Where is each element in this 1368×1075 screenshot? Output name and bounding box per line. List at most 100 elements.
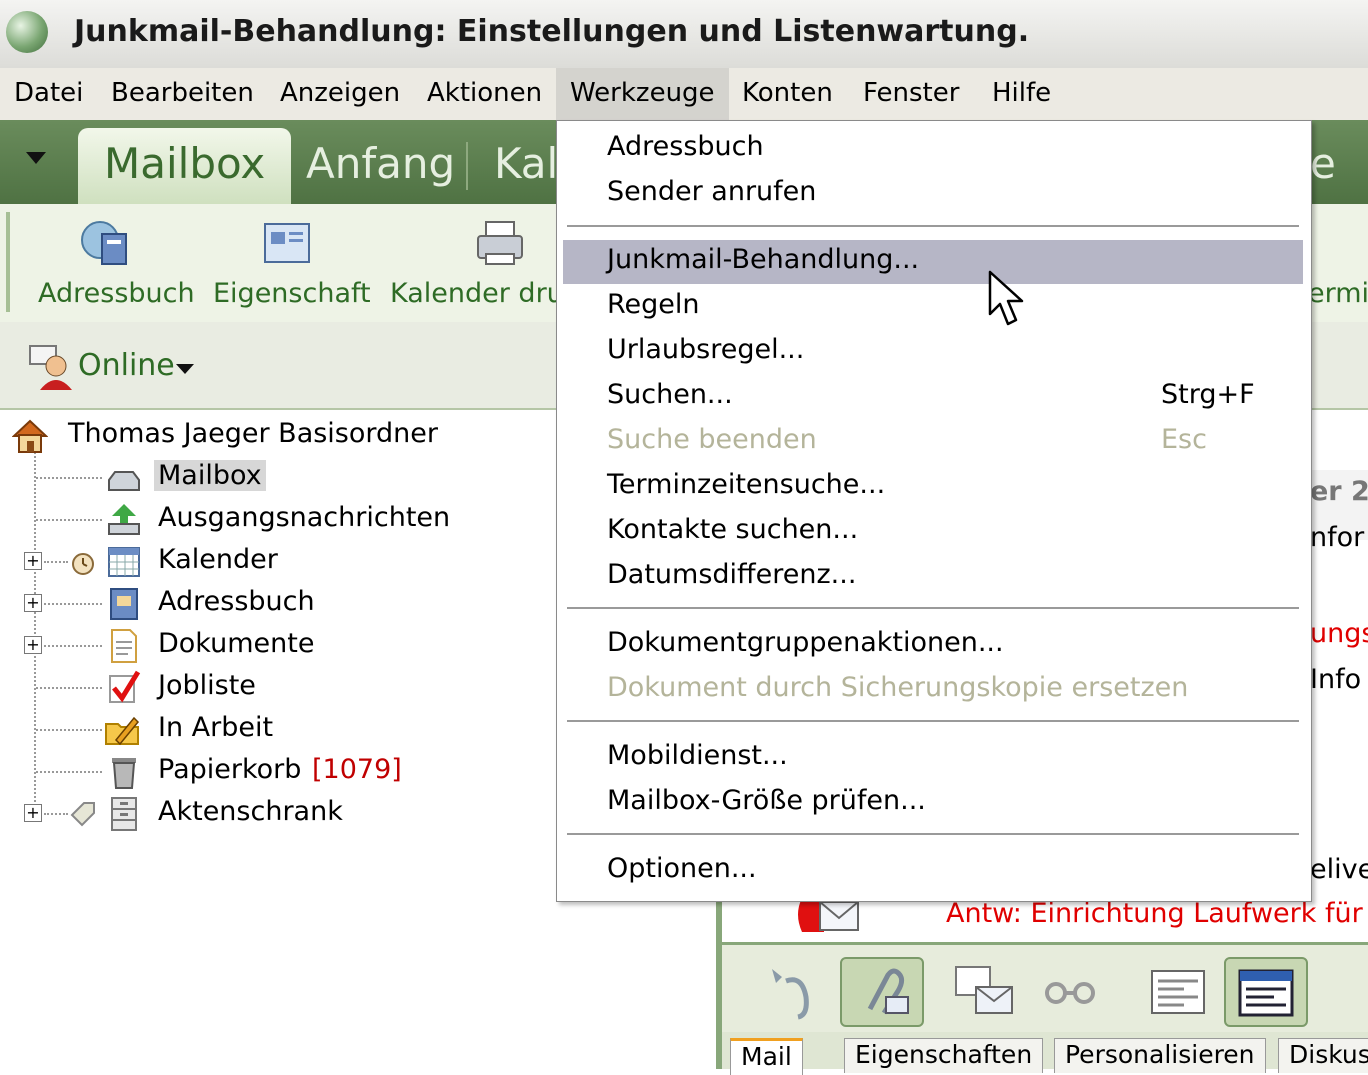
- tab-personalize[interactable]: Personalisieren: [1054, 1038, 1266, 1073]
- addressbook-button[interactable]: Adressbuch: [30, 204, 195, 322]
- menu-aktionen[interactable]: Aktionen: [413, 68, 556, 120]
- trash-unread-count: [1079]: [312, 754, 402, 785]
- tab-properties[interactable]: Eigenschaften: [844, 1038, 1044, 1073]
- menu-item-suchen[interactable]: Suchen... Strg+F: [563, 375, 1303, 419]
- layout-preview-icon: [1238, 969, 1294, 1017]
- tree-item-cabinet[interactable]: + Aktenschrank: [0, 794, 556, 834]
- menu-item-adressbuch[interactable]: Adressbuch: [563, 127, 1303, 171]
- menu-item-urlaubsregel[interactable]: Urlaubsregel...: [563, 330, 1303, 374]
- expand-toggle[interactable]: +: [24, 636, 42, 654]
- clock-icon: [72, 553, 94, 575]
- menu-item-kontakte-suchen[interactable]: Kontakte suchen...: [563, 510, 1303, 554]
- menu-item-mobildienst[interactable]: Mobildienst...: [563, 736, 1303, 780]
- tree-item-outbox[interactable]: Ausgangsnachrichten: [0, 500, 556, 540]
- menu-werkzeuge[interactable]: Werkzeuge: [556, 68, 729, 120]
- tree-item-trash[interactable]: Papierkorb [1079]: [0, 752, 556, 792]
- menu-separator: [567, 833, 1299, 835]
- menu-item-label: Sender anrufen: [607, 176, 817, 207]
- menu-datei[interactable]: Datei: [0, 68, 97, 120]
- tree-item-addressbook[interactable]: + Adressbuch: [0, 584, 556, 624]
- menu-item-regeln[interactable]: Regeln: [563, 285, 1303, 329]
- menu-bearbeiten[interactable]: Bearbeiten: [97, 68, 268, 120]
- menu-item-terminzeitensuche[interactable]: Terminzeitensuche...: [563, 465, 1303, 509]
- toolbar-grip[interactable]: [6, 212, 10, 312]
- menu-item-label: Dokumentgruppenaktionen...: [607, 627, 1004, 658]
- menu-konten[interactable]: Konten: [728, 68, 847, 120]
- online-status-dropdown[interactable]: Online: [78, 348, 175, 383]
- menu-item-sender-anrufen[interactable]: Sender anrufen: [563, 172, 1303, 216]
- tab-mail[interactable]: Mail: [730, 1038, 803, 1075]
- menu-item-optionen[interactable]: Optionen...: [563, 849, 1303, 893]
- chevron-down-icon[interactable]: [176, 364, 194, 374]
- partial-red-text: ungsl: [1310, 618, 1368, 649]
- partial-deliver-text: elive: [1310, 854, 1368, 885]
- tree-label-calendar: Kalender: [158, 544, 278, 575]
- tree-item-documents[interactable]: + Dokumente: [0, 626, 556, 666]
- expand-toggle[interactable]: +: [24, 594, 42, 612]
- tree-item-in-progress[interactable]: In Arbeit: [0, 710, 556, 750]
- tree-label-addressbook: Adressbuch: [158, 586, 315, 617]
- layout-preview-button[interactable]: [1224, 957, 1308, 1027]
- mail-preview-icon[interactable]: [942, 957, 1026, 1027]
- menu-fenster[interactable]: Fenster: [849, 68, 973, 120]
- menu-item-shortcut: Strg+F: [1161, 379, 1255, 410]
- menu-item-junkmail[interactable]: Junkmail-Behandlung...: [563, 240, 1303, 284]
- tree-item-mailbox[interactable]: Mailbox: [0, 458, 556, 498]
- expand-toggle[interactable]: +: [24, 552, 42, 570]
- tree-item-joblist[interactable]: Jobliste: [0, 668, 556, 708]
- tree-root[interactable]: Thomas Jaeger Basisordner: [0, 416, 556, 456]
- menu-anzeigen[interactable]: Anzeigen: [266, 68, 414, 120]
- attachment-arrow-icon[interactable]: [752, 957, 836, 1027]
- addressbook-icon: [81, 221, 127, 265]
- tree-connector: [36, 477, 102, 479]
- print-calendar-button[interactable]: Kalender dru: [382, 204, 564, 322]
- window-title: Junkmail-Behandlung: Einstellungen und L…: [74, 14, 1030, 49]
- properties-label: Eigenschaft: [213, 278, 371, 309]
- tree-connector: [36, 771, 102, 773]
- tab-mailbox[interactable]: Mailbox: [78, 128, 292, 204]
- properties-icon: [264, 223, 310, 263]
- title-bar: Junkmail-Behandlung: Einstellungen und L…: [0, 0, 1368, 69]
- tree-label-trash: Papierkorb: [158, 754, 302, 785]
- inbox-tray-icon: [108, 471, 140, 491]
- menu-bar: Datei Bearbeiten Anzeigen Aktionen Werkz…: [0, 68, 1368, 121]
- menu-item-datumsdifferenz[interactable]: Datumsdifferenz...: [563, 555, 1303, 599]
- layout-list-icon[interactable]: [1136, 957, 1220, 1027]
- document-icon: [111, 629, 137, 663]
- partial-info-text: Info: [1310, 664, 1362, 695]
- menu-item-mailbox-groesse[interactable]: Mailbox-Größe prüfen...: [563, 781, 1303, 825]
- menu-hilfe[interactable]: Hilfe: [978, 68, 1065, 120]
- glasses-icon[interactable]: [1028, 957, 1112, 1027]
- properties-button[interactable]: Eigenschaft: [205, 204, 371, 322]
- menu-item-label: Urlaubsregel...: [607, 334, 805, 365]
- tree-label-documents: Dokumente: [158, 628, 315, 659]
- paperclip-icon: [867, 968, 909, 1015]
- menu-item-shortcut: Esc: [1161, 424, 1207, 455]
- tree-label-joblist: Jobliste: [158, 670, 256, 701]
- outbox-icon: [108, 504, 140, 535]
- menu-item-dokumentgruppenaktionen[interactable]: Dokumentgruppenaktionen...: [563, 623, 1303, 667]
- menu-item-label: Suchen...: [607, 379, 733, 410]
- menu-item-label: Junkmail-Behandlung...: [607, 244, 920, 275]
- menu-item-label: Mailbox-Größe prüfen...: [607, 785, 926, 816]
- addressbook-icon: [110, 588, 138, 620]
- menu-item-label: Optionen...: [607, 853, 757, 884]
- tab-list-chevron-icon[interactable]: [26, 152, 46, 164]
- attachment-button[interactable]: [840, 957, 924, 1027]
- checkmark-icon: [109, 670, 141, 703]
- addressbook-label: Adressbuch: [38, 278, 195, 309]
- tree-label-cabinet: Aktenschrank: [158, 796, 343, 827]
- partial-date-header: er 20: [1310, 476, 1368, 507]
- menu-separator: [567, 720, 1299, 722]
- expand-toggle[interactable]: +: [24, 804, 42, 822]
- menu-item-label: Adressbuch: [607, 131, 764, 162]
- tree-item-calendar[interactable]: + Kalender: [0, 542, 556, 582]
- root-folder-label: Thomas Jaeger Basisordner: [68, 418, 438, 449]
- tab-anfang[interactable]: Anfang: [280, 128, 481, 204]
- message-row-subject[interactable]: Antw: Einrichtung Laufwerk für P: [946, 898, 1368, 929]
- folder-tree: Thomas Jaeger Basisordner Mailbox Ausgan…: [0, 410, 556, 1069]
- tree-connector: [36, 729, 102, 731]
- app-globe-icon[interactable]: [6, 11, 48, 53]
- home-icon: [12, 419, 48, 453]
- tab-discussion[interactable]: Diskus: [1278, 1038, 1368, 1073]
